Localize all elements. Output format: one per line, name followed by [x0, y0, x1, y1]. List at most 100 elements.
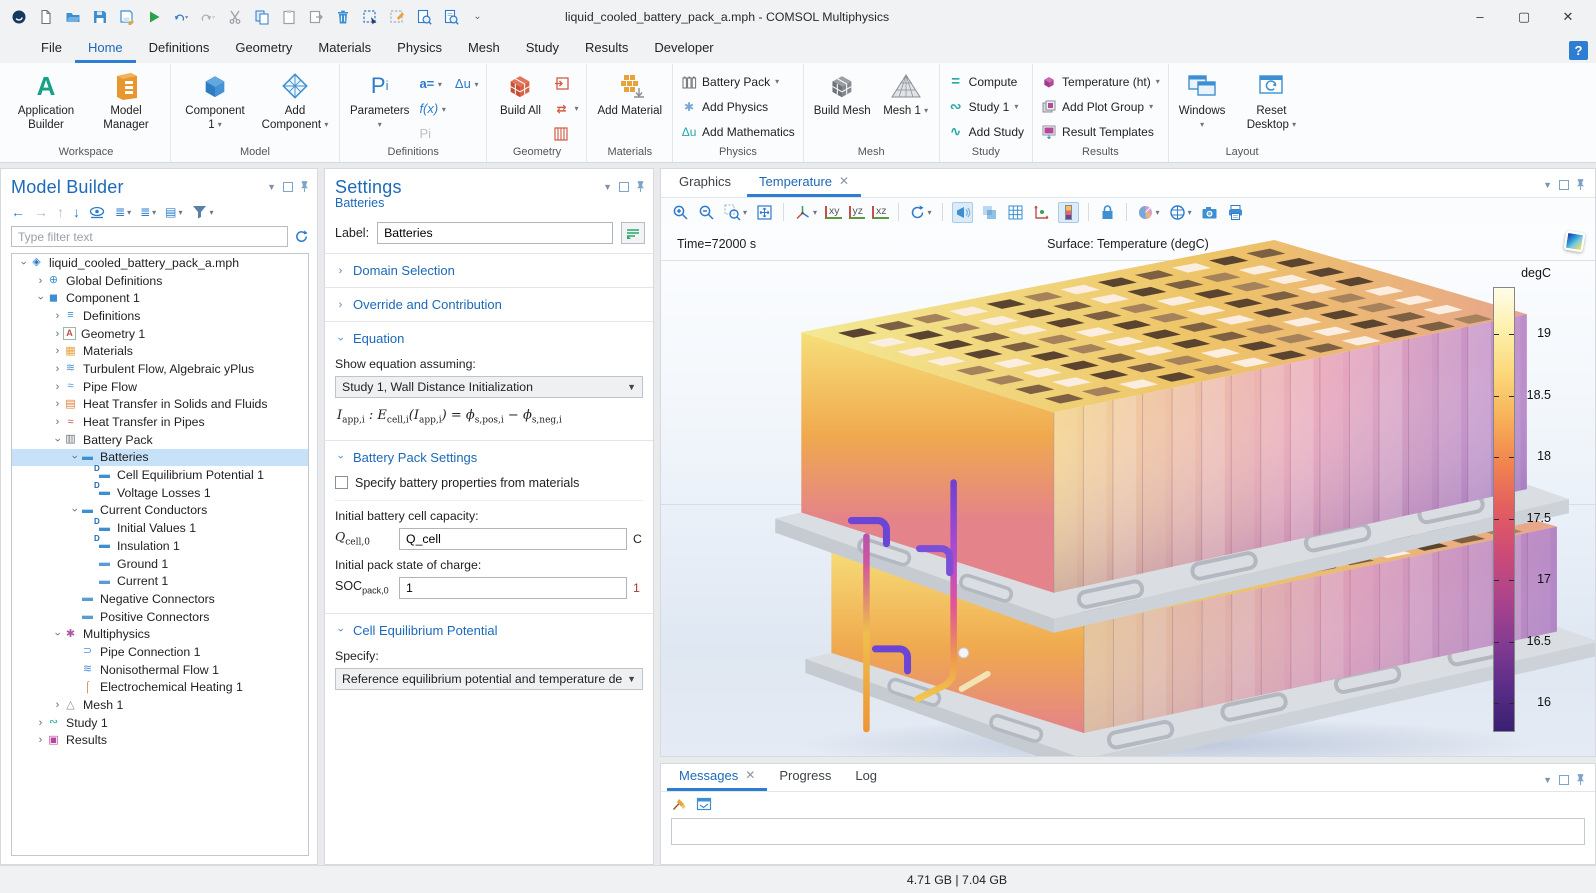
model-tree[interactable]: ›◈liquid_cooled_battery_pack_a.mph›⊕Glob… — [11, 253, 309, 856]
show-hide-icon[interactable] — [89, 206, 106, 219]
checkbox[interactable] — [335, 476, 348, 489]
menu-item-materials[interactable]: Materials — [305, 36, 384, 63]
tree-item[interactable]: ›AGeometry 1 — [12, 325, 308, 343]
build-all-button[interactable]: Build All — [492, 67, 548, 119]
clear-messages-icon[interactable] — [671, 796, 687, 812]
new-file-icon[interactable] — [37, 8, 54, 25]
axes-icon[interactable] — [1032, 203, 1051, 222]
go-to-view-icon[interactable]: ▾ — [793, 203, 818, 222]
close-button[interactable]: ✕ — [1546, 0, 1590, 33]
message-settings-icon[interactable] — [696, 796, 712, 812]
run-icon[interactable] — [145, 8, 162, 25]
copy-icon[interactable] — [253, 8, 270, 25]
add-plot-group-button[interactable]: Add Plot Group ▾ — [1038, 95, 1163, 118]
battery-pack-button[interactable]: Battery Pack ▾ — [678, 70, 798, 93]
rotate-view-icon[interactable]: ▾ — [908, 203, 933, 222]
menu-item-definitions[interactable]: Definitions — [136, 36, 223, 63]
material-rendering-icon[interactable]: ▾ — [1136, 203, 1161, 222]
tree-expander[interactable]: › — [69, 505, 81, 516]
temperature-tab[interactable]: Temperature✕ — [747, 169, 861, 197]
tree-item[interactable]: ▬DCell Equilibrium Potential 1 — [12, 466, 308, 484]
tree-item[interactable]: ›≋Turbulent Flow, Algebraic yPlus — [12, 360, 308, 378]
zoom-in-icon[interactable] — [671, 203, 690, 222]
parameters-button[interactable]: Pi Parameters▾ — [345, 67, 414, 132]
tree-item[interactable]: ›▤Heat Transfer in Solids and Fluids — [12, 396, 308, 414]
find-icon[interactable] — [415, 8, 432, 25]
menu-item-study[interactable]: Study — [513, 36, 572, 63]
tree-item[interactable]: ▬DInsulation 1 — [12, 537, 308, 555]
tree-item[interactable]: ›≡Definitions — [12, 307, 308, 325]
select-box-icon[interactable] — [361, 8, 378, 25]
reset-desktop-button[interactable]: Reset Desktop ▾ — [1232, 67, 1310, 132]
add-physics-button[interactable]: ✱Add Physics — [678, 95, 798, 118]
import-geometry-icon[interactable] — [553, 77, 569, 91]
result-templates-button[interactable]: Result Templates — [1038, 120, 1163, 143]
tree-expander[interactable]: › — [52, 629, 64, 640]
undo-icon[interactable] — [172, 8, 189, 25]
equation-study-dropdown[interactable]: Study 1, Wall Distance Initialization▼ — [335, 376, 643, 398]
collapse-all-icon[interactable]: ≣▾ — [115, 205, 131, 219]
tree-item[interactable]: ›▥Battery Pack — [12, 431, 308, 449]
move-up-icon[interactable]: ↑ — [57, 204, 64, 220]
tree-expander[interactable]: › — [52, 328, 63, 340]
tree-item[interactable]: ▬Ground 1 — [12, 555, 308, 573]
graphics-canvas[interactable]: Time=72000 s Surface: Temperature (degC)… — [661, 226, 1595, 756]
compute-button[interactable]: =Compute — [945, 70, 1027, 93]
expand-all-icon[interactable]: ≣▾ — [140, 205, 156, 219]
zoom-box-icon[interactable]: ▾ — [723, 203, 748, 222]
panel-float-icon[interactable] — [1559, 775, 1569, 785]
tree-expander[interactable]: › — [69, 452, 81, 463]
messages-tab[interactable]: Messages✕ — [667, 763, 767, 791]
panel-menu-icon[interactable]: ▼ — [1543, 180, 1552, 190]
tree-expander[interactable]: › — [52, 345, 63, 357]
rename-button[interactable] — [621, 222, 645, 244]
tree-expander[interactable]: › — [52, 398, 63, 410]
soc-input[interactable] — [399, 577, 627, 599]
build-mesh-button[interactable]: Build Mesh — [809, 67, 876, 119]
go-forward-icon[interactable]: → — [34, 204, 48, 220]
rebuild-geometry-icon[interactable]: ⇄ — [553, 102, 569, 116]
tree-filter-input[interactable] — [11, 226, 288, 247]
print-icon[interactable] — [1226, 203, 1245, 222]
tree-item[interactable]: ≋Nonisothermal Flow 1 — [12, 661, 308, 679]
color-legend-icon[interactable] — [1058, 202, 1079, 223]
add-mathematics-button[interactable]: ΔuAdd Mathematics — [678, 120, 798, 143]
tree-expander[interactable]: › — [52, 416, 63, 428]
specify-from-materials-checkbox-row[interactable]: Specify battery properties from material… — [335, 474, 643, 501]
tree-expander[interactable]: › — [35, 293, 47, 304]
tree-item[interactable]: ›✱Multiphysics — [12, 625, 308, 643]
tree-item[interactable]: ▬DInitial Values 1 — [12, 519, 308, 537]
tree-expander[interactable]: › — [52, 381, 63, 393]
lock-icon[interactable] — [1098, 203, 1117, 222]
menu-item-developer[interactable]: Developer — [641, 36, 726, 63]
tree-item[interactable]: ⊃Pipe Connection 1 — [12, 643, 308, 661]
tree-item[interactable]: ›∾Study 1 — [12, 714, 308, 732]
view-yz-icon[interactable]: yz — [849, 206, 866, 219]
zoom-out-icon[interactable] — [697, 203, 716, 222]
model-tree-nodes-icon[interactable]: ▤▾ — [165, 205, 182, 219]
tree-expander[interactable]: › — [18, 257, 30, 268]
graphics-tab[interactable]: Graphics — [667, 169, 743, 197]
windows-button[interactable]: Windows▾ — [1174, 67, 1231, 132]
study-1-button[interactable]: ∾Study 1 ▾ — [945, 95, 1027, 118]
menu-item-home[interactable]: Home — [75, 36, 136, 63]
add-material-button[interactable]: Add Material — [592, 67, 667, 119]
grid-icon[interactable] — [1006, 203, 1025, 222]
tree-item[interactable]: ›▬Batteries — [12, 449, 308, 467]
tree-expander[interactable]: › — [35, 717, 46, 729]
menu-item-mesh[interactable]: Mesh — [455, 36, 513, 63]
panel-menu-icon[interactable]: ▼ — [603, 182, 612, 192]
section-override-contribution[interactable]: ›Override and Contribution — [325, 288, 653, 322]
panel-menu-icon[interactable]: ▼ — [1543, 775, 1552, 785]
temperature-ht-button[interactable]: Temperature (ht) ▾ — [1038, 70, 1163, 93]
panel-float-icon[interactable] — [283, 182, 293, 192]
move-down-icon[interactable]: ↓ — [73, 204, 80, 220]
functions-button[interactable]: f(x) ▾ — [419, 101, 445, 116]
maximize-button[interactable]: ▢ — [1502, 0, 1546, 33]
help-button[interactable]: ? — [1569, 41, 1588, 60]
tree-item[interactable]: ›◼Component 1 — [12, 289, 308, 307]
add-study-button[interactable]: ∿Add Study — [945, 120, 1027, 143]
paste-icon[interactable] — [280, 8, 297, 25]
application-builder-button[interactable]: A Application Builder — [7, 67, 85, 132]
tree-expander[interactable]: › — [52, 434, 64, 445]
